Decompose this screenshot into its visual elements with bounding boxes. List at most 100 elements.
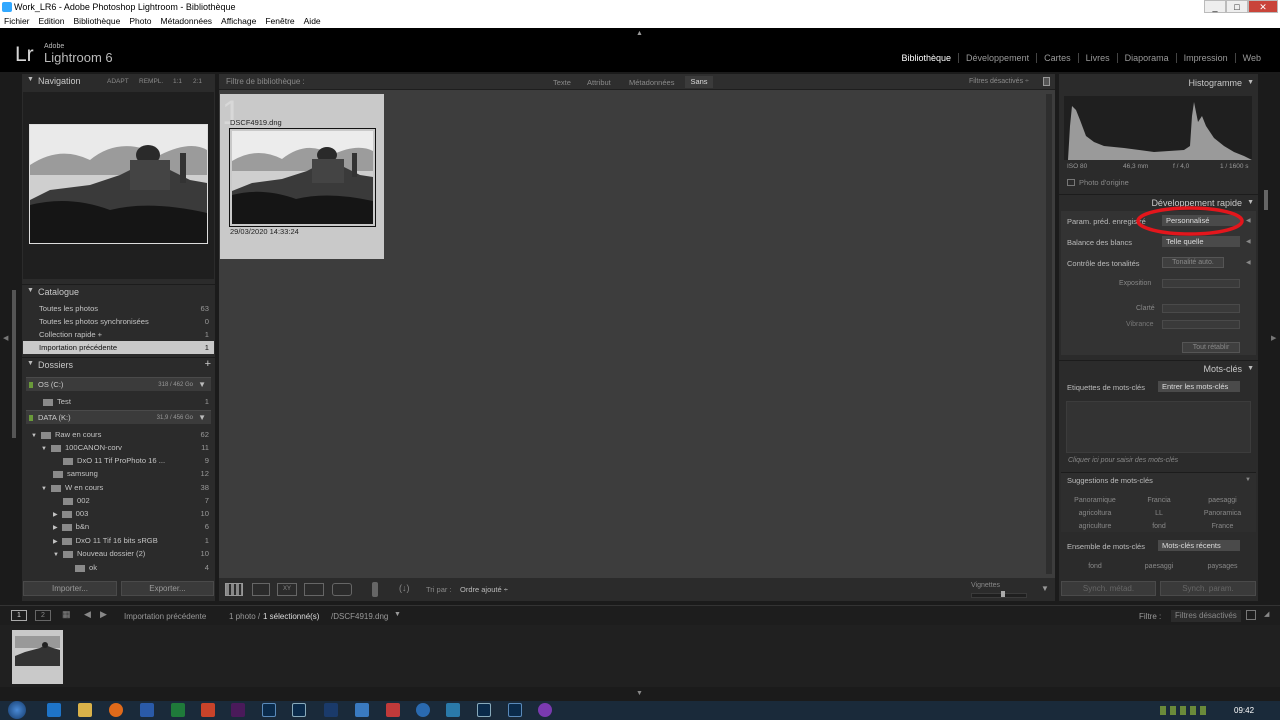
navigator-header[interactable]: ▼ Navigation ADAPT REMPL. 1:1 2:1: [22, 74, 215, 89]
suggestion-keyword[interactable]: Francia: [1127, 494, 1191, 507]
folder-row[interactable]: ▶ 003 10: [23, 507, 214, 520]
powerpoint-icon[interactable]: [201, 703, 215, 717]
zoom-fill[interactable]: REMPL.: [139, 78, 163, 85]
keyword-set-dropdown[interactable]: Mots-clés récents: [1158, 540, 1240, 551]
catalog-header[interactable]: ▼ Catalogue: [22, 284, 215, 299]
info-icon[interactable]: [416, 703, 430, 717]
keyword-set-item[interactable]: fond: [1063, 560, 1127, 573]
firefox-icon[interactable]: [109, 703, 123, 717]
suggestion-keyword[interactable]: agricoltura: [1063, 507, 1127, 520]
keyword-set-item[interactable]: paesaggi: [1127, 560, 1191, 573]
second-window-button[interactable]: 2: [35, 610, 51, 621]
catalog-item-synced[interactable]: Toutes les photos synchronisées 0: [23, 315, 214, 328]
folder-row[interactable]: DxO 11 Tif ProPhoto 16 ... 9: [23, 454, 214, 467]
ie-icon[interactable]: [47, 703, 61, 717]
filter-lock-icon[interactable]: [1246, 610, 1256, 620]
folder-row[interactable]: ▼ 100CANON-corv 11: [23, 441, 214, 454]
expand-triangle-icon[interactable]: ▼: [41, 486, 47, 492]
volume-c[interactable]: OS (C:) 318 / 462 Go ▼: [26, 377, 211, 391]
sort-direction-icon[interactable]: (↓): [399, 583, 410, 593]
export-button[interactable]: Exporter...: [121, 581, 214, 596]
filmstrip-filter-dropdown[interactable]: Filtres désactivés: [1171, 610, 1241, 622]
menu-bibliotheque[interactable]: Bibliothèque: [74, 14, 121, 28]
dxo-icon[interactable]: [324, 703, 338, 717]
menu-edition[interactable]: Edition: [39, 14, 65, 28]
back-arrow-icon[interactable]: ◀: [84, 609, 91, 620]
menu-photo[interactable]: Photo: [129, 14, 151, 28]
module-cartes[interactable]: Cartes: [1036, 53, 1078, 63]
filmstrip-arrow-icon[interactable]: ◢: [1264, 610, 1269, 618]
suggestion-keyword[interactable]: France: [1191, 520, 1254, 533]
navigator-preview-image[interactable]: [29, 124, 208, 244]
start-button-icon[interactable]: [8, 701, 26, 719]
filmstrip-info-file[interactable]: /DSCF4919.dng: [331, 612, 388, 621]
module-livres[interactable]: Livres: [1077, 53, 1117, 63]
right-scrollbar[interactable]: [1264, 190, 1268, 210]
exposure-stepper[interactable]: [1162, 279, 1240, 288]
filter-tab-attribute[interactable]: Attribut: [587, 78, 611, 87]
wb-left-arrow-icon[interactable]: ◀: [1246, 238, 1251, 245]
loupe-view-icon[interactable]: [252, 583, 270, 596]
preset-left-arrow-icon[interactable]: ◀: [1246, 217, 1251, 224]
sort-dropdown[interactable]: Ordre ajouté ÷: [460, 585, 508, 594]
keywording-header[interactable]: Mots-clés ▼: [1059, 360, 1258, 375]
suggestion-keyword[interactable]: LL: [1127, 507, 1191, 520]
expand-triangle-icon[interactable]: ▼: [41, 446, 47, 452]
cell-thumbnail[interactable]: [229, 128, 376, 227]
collapse-bottom-arrow-icon[interactable]: ▼: [636, 690, 643, 697]
app-icon[interactable]: [446, 703, 460, 717]
add-folder-plus-icon[interactable]: +: [205, 358, 211, 370]
left-panel-toggle-icon[interactable]: ◀: [3, 334, 8, 342]
grid-small-icon[interactable]: ▦: [62, 609, 71, 620]
catalog-item-previous-import[interactable]: Importation précédente 1: [23, 341, 214, 354]
forward-arrow-icon[interactable]: ▶: [100, 609, 107, 620]
filter-tab-metadata[interactable]: Métadonnées: [629, 78, 674, 87]
expand-triangle-icon[interactable]: ▶: [53, 525, 58, 531]
keyword-set-item[interactable]: paysages: [1191, 560, 1254, 573]
left-scrollbar[interactable]: [12, 290, 16, 438]
module-bibliotheque[interactable]: Bibliothèque: [894, 53, 958, 63]
suggestion-keyword[interactable]: paesaggi: [1191, 494, 1254, 507]
menu-fenetre[interactable]: Fenêtre: [265, 14, 294, 28]
compare-view-icon[interactable]: XY: [277, 583, 297, 596]
catalog-item-all-photos[interactable]: Toutes les photos 63: [23, 302, 214, 315]
folder-row[interactable]: ▼ Raw en cours 62: [23, 428, 214, 441]
excel-icon[interactable]: [171, 703, 185, 717]
volume-k[interactable]: DATA (K:) 31,9 / 456 Go ▼: [26, 410, 211, 424]
import-button[interactable]: Importer...: [23, 581, 117, 596]
menu-aide[interactable]: Aide: [304, 14, 321, 28]
grid-scrollbar[interactable]: [1046, 94, 1052, 574]
grid-cell[interactable]: 1 DSCF4919.dng 29/03/2020 14:33:24: [220, 94, 384, 259]
suggestion-keyword[interactable]: agriculture: [1063, 520, 1127, 533]
lightroom-taskbar-icon[interactable]: [477, 703, 491, 717]
clarity-stepper[interactable]: [1162, 304, 1240, 313]
white-balance-dropdown[interactable]: Telle quelle: [1162, 236, 1240, 247]
keyword-tags-dropdown[interactable]: Entrer les mots-clés: [1158, 381, 1240, 392]
menu-metadonnees[interactable]: Métadonnées: [161, 14, 213, 28]
folder-row[interactable]: 002 7: [23, 494, 214, 507]
module-impression[interactable]: Impression: [1175, 53, 1235, 63]
system-tray-icons[interactable]: [1160, 706, 1210, 715]
histogram-header[interactable]: Histogramme ▼: [1059, 76, 1258, 91]
lock-icon[interactable]: [1043, 77, 1050, 86]
painter-spray-icon[interactable]: [372, 582, 378, 597]
menu-affichage[interactable]: Affichage: [221, 14, 256, 28]
keyword-textarea[interactable]: [1066, 401, 1251, 453]
tone-left-arrow-icon[interactable]: ◀: [1246, 259, 1251, 266]
volume-menu-triangle-icon[interactable]: ▼: [198, 378, 206, 392]
expand-triangle-icon[interactable]: ▶: [53, 539, 58, 545]
zoom-1-1[interactable]: 1:1: [173, 78, 182, 85]
catalog-item-quick-collection[interactable]: Collection rapide + 1: [23, 328, 214, 341]
folder-row[interactable]: Test 1: [23, 395, 214, 408]
close-button[interactable]: ✕: [1248, 0, 1278, 13]
sync-metadata-button[interactable]: Synch. métad.: [1061, 581, 1156, 596]
sync-settings-button[interactable]: Synch. param.: [1160, 581, 1256, 596]
toolbar-menu-triangle-icon[interactable]: ▼: [1041, 584, 1049, 593]
filter-tab-none[interactable]: Sans: [685, 76, 713, 88]
collapse-top-arrow-icon[interactable]: ▲: [636, 30, 643, 37]
auto-tone-button[interactable]: Tonalité auto.: [1162, 257, 1224, 268]
slider-thumb[interactable]: [1001, 591, 1005, 597]
maximize-button[interactable]: □: [1226, 0, 1248, 13]
suggestions-triangle-icon[interactable]: ▼: [1245, 477, 1251, 483]
main-window-button[interactable]: 1: [11, 610, 27, 621]
